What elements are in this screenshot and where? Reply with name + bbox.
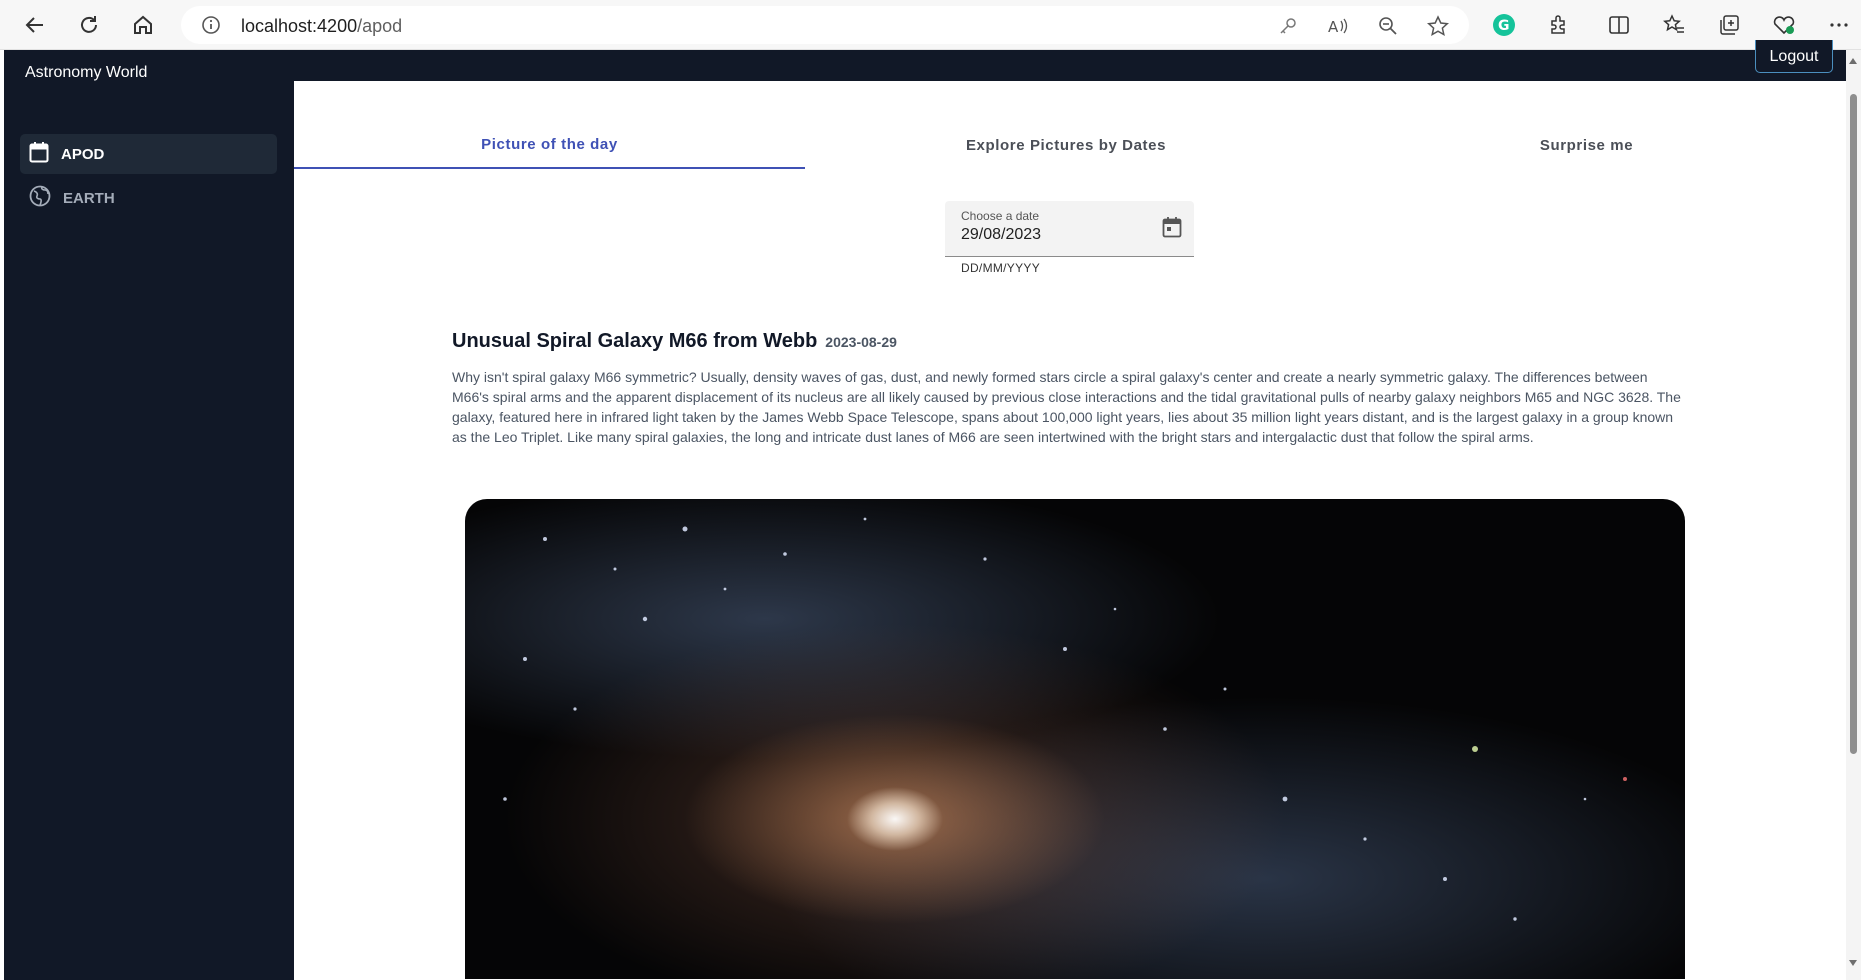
scrollbar-thumb[interactable] <box>1850 94 1857 754</box>
app-title: Astronomy World <box>25 64 148 81</box>
apod-description: Why isn't spiral galaxy M66 symmetric? U… <box>452 369 1681 445</box>
favorite-star-icon[interactable] <box>1427 15 1449 37</box>
tab-picture-of-the-day[interactable]: Picture of the day <box>294 121 805 169</box>
tab-group: Picture of the day Explore Pictures by D… <box>294 121 1846 169</box>
zoom-out-icon[interactable] <box>1377 15 1399 37</box>
site-info-icon[interactable] <box>201 15 221 40</box>
tab-surprise-me[interactable]: Surprise me <box>1327 121 1846 169</box>
svg-text:G: G <box>1498 18 1510 34</box>
apod-image <box>465 499 1685 979</box>
address-bar[interactable]: localhost:4200/apod A <box>181 6 1469 44</box>
calendar-icon <box>29 141 49 168</box>
calendar-toggle-icon[interactable] <box>1162 216 1182 243</box>
more-menu-icon[interactable] <box>1826 12 1852 38</box>
app-header <box>294 50 1846 81</box>
read-aloud-icon[interactable]: A <box>1327 15 1349 37</box>
date-format-hint: DD/MM/YYYY <box>961 261 1041 275</box>
apod-title-row: Unusual Spiral Galaxy M66 from Webb 2023-… <box>452 330 897 353</box>
collections-icon[interactable] <box>1716 12 1742 38</box>
url-text: localhost:4200/apod <box>241 16 403 36</box>
password-key-icon[interactable] <box>1277 15 1299 37</box>
page-scrollbar[interactable] <box>1846 50 1861 980</box>
browser-essentials-icon[interactable] <box>1771 12 1797 38</box>
main-content: Picture of the day Explore Pictures by D… <box>294 81 1846 980</box>
svg-text:A: A <box>1328 18 1339 36</box>
home-icon[interactable] <box>126 8 160 42</box>
sidebar-item-label: APOD <box>61 145 105 163</box>
favorites-icon[interactable] <box>1661 12 1687 38</box>
date-picker-field[interactable]: Choose a date 29/08/2023 <box>945 201 1194 257</box>
back-icon[interactable] <box>18 8 52 42</box>
scroll-down-arrow-icon[interactable] <box>1849 960 1857 966</box>
date-input[interactable]: 29/08/2023 <box>961 226 1041 244</box>
reload-icon[interactable] <box>72 8 106 42</box>
scroll-up-arrow-icon[interactable] <box>1849 58 1857 64</box>
apod-title: Unusual Spiral Galaxy M66 from Webb <box>452 330 818 352</box>
grammarly-icon[interactable]: G <box>1491 12 1517 38</box>
apod-date: 2023-08-29 <box>825 334 897 350</box>
split-screen-icon[interactable] <box>1606 12 1632 38</box>
date-field-label: Choose a date <box>961 209 1040 223</box>
sidebar-item-apod[interactable]: APOD <box>20 134 277 174</box>
tab-explore-by-dates[interactable]: Explore Pictures by Dates <box>805 121 1327 169</box>
sidebar-item-earth[interactable]: EARTH <box>20 178 277 218</box>
browser-toolbar: localhost:4200/apod A G <box>0 0 1861 50</box>
sidebar-item-label: EARTH <box>63 189 115 207</box>
extensions-icon[interactable] <box>1546 12 1572 38</box>
globe-icon <box>29 185 51 212</box>
logout-button[interactable]: Logout <box>1755 40 1833 73</box>
